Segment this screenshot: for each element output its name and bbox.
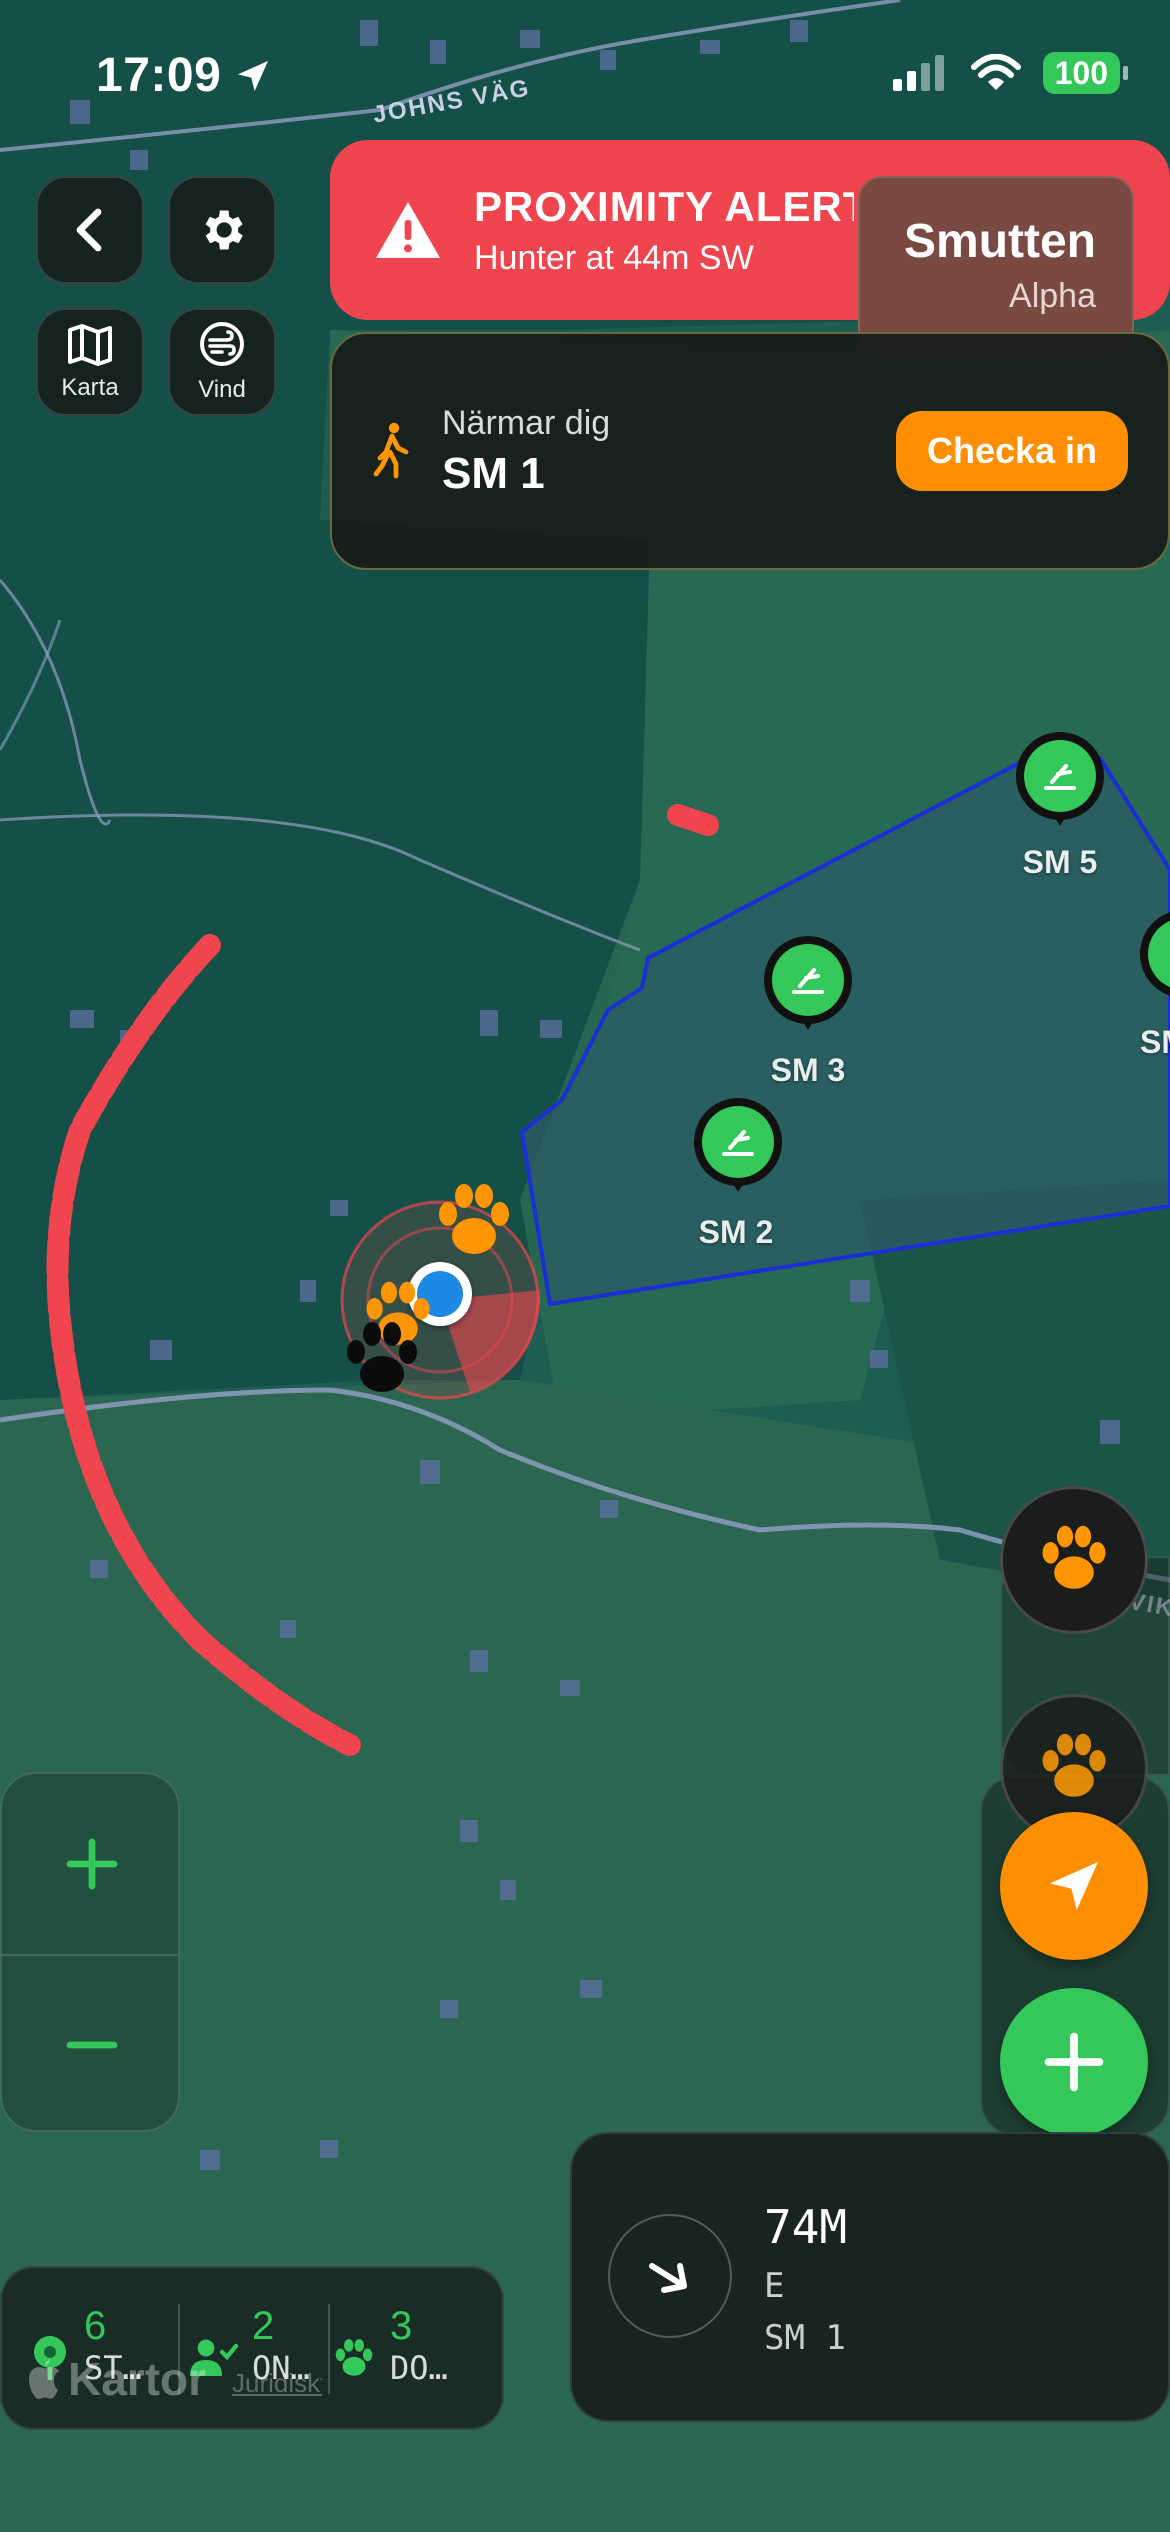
battery-cap-icon bbox=[1123, 66, 1128, 80]
approach-card: Närmar dig SM 1 Checka in bbox=[330, 332, 1170, 570]
stat-count: 2 bbox=[252, 2304, 275, 2348]
direction-compass bbox=[608, 2214, 732, 2338]
dog-marker-orange-icon[interactable] bbox=[432, 1182, 516, 1267]
hunter-role: Alpha bbox=[1009, 277, 1096, 315]
stand-label: SM 5 bbox=[1022, 844, 1098, 880]
navigation-info-card: 74M E SM 1 bbox=[570, 2132, 1170, 2422]
chevron-left-icon bbox=[76, 208, 102, 252]
legal-link[interactable]: Juridiskt bbox=[232, 2368, 322, 2399]
gear-icon bbox=[205, 210, 243, 250]
wind-button-label: Vind bbox=[198, 376, 246, 403]
recenter-location-button[interactable] bbox=[1000, 1812, 1148, 1960]
wind-icon bbox=[200, 322, 244, 366]
zoom-out-button[interactable] bbox=[2, 1956, 182, 2134]
plus-icon bbox=[66, 1838, 118, 1890]
stand-label: SM bbox=[1140, 1024, 1170, 1060]
map-button-label: Karta bbox=[61, 374, 119, 401]
distance-value: 74M bbox=[764, 2200, 848, 2254]
wifi-icon bbox=[970, 54, 1021, 90]
walking-person-icon bbox=[373, 422, 409, 479]
settings-button[interactable] bbox=[168, 176, 276, 284]
paw-icon bbox=[1042, 1733, 1106, 1797]
add-button[interactable] bbox=[1000, 1988, 1148, 2136]
apple-logo-icon bbox=[29, 2359, 59, 2399]
warning-icon bbox=[376, 202, 440, 258]
stat-divider bbox=[328, 2304, 330, 2394]
direction-arrow-icon bbox=[649, 2263, 687, 2293]
alert-subtitle: Hunter at 44m SW bbox=[474, 238, 754, 277]
location-arrow-icon bbox=[238, 60, 269, 91]
alert-title: PROXIMITY ALERT bbox=[474, 182, 854, 230]
status-time: 17:09 bbox=[96, 48, 273, 103]
zoom-control bbox=[0, 1772, 180, 2132]
map-button[interactable]: Karta bbox=[36, 308, 144, 416]
battery-badge: 100 bbox=[1042, 52, 1120, 94]
stat-dogs: 3 DO… bbox=[332, 2304, 448, 2387]
approach-target: SM 1 bbox=[442, 448, 545, 498]
hunter-name: Smutten bbox=[904, 215, 1096, 268]
stand-marker-partial[interactable] bbox=[1138, 908, 1170, 1013]
navigation-target: SM 1 bbox=[764, 2318, 846, 2358]
minus-icon bbox=[66, 2041, 118, 2049]
map-icon bbox=[68, 324, 112, 366]
stand-marker-sm5[interactable] bbox=[1010, 730, 1110, 835]
plus-icon bbox=[1044, 2032, 1104, 2092]
stand-marker-sm3[interactable] bbox=[758, 934, 858, 1039]
paw-icon bbox=[335, 2339, 373, 2376]
wind-button[interactable]: Vind bbox=[168, 308, 276, 416]
stat-count: 3 bbox=[390, 2304, 413, 2348]
checkin-button[interactable]: Checka in bbox=[896, 411, 1128, 491]
dog-marker-black-icon[interactable] bbox=[340, 1320, 424, 1405]
stat-count: 6 bbox=[84, 2304, 107, 2348]
approach-status: Närmar dig bbox=[442, 403, 611, 442]
stat-label: DO… bbox=[390, 2349, 448, 2387]
hunter-info-card[interactable]: Smutten Alpha bbox=[858, 176, 1134, 356]
stand-marker-sm2[interactable] bbox=[688, 1096, 788, 1201]
dog-select-button-1[interactable] bbox=[1000, 1486, 1148, 1634]
cellular-signal-icon bbox=[892, 55, 944, 91]
paw-icon bbox=[1042, 1525, 1106, 1589]
maps-attribution-label: Kartor bbox=[68, 2353, 207, 2405]
time-text: 17:09 bbox=[96, 49, 222, 102]
navigation-arrow-icon bbox=[1050, 1862, 1098, 1910]
stand-label: SM 3 bbox=[770, 1052, 846, 1088]
stand-label: SM 2 bbox=[698, 1214, 774, 1250]
maps-attribution[interactable]: Kartor bbox=[26, 2352, 206, 2406]
status-indicators: 100 bbox=[891, 52, 1128, 94]
back-button[interactable] bbox=[36, 176, 144, 284]
direction-value: E bbox=[764, 2266, 785, 2306]
zoom-in-button[interactable] bbox=[2, 1774, 182, 1954]
